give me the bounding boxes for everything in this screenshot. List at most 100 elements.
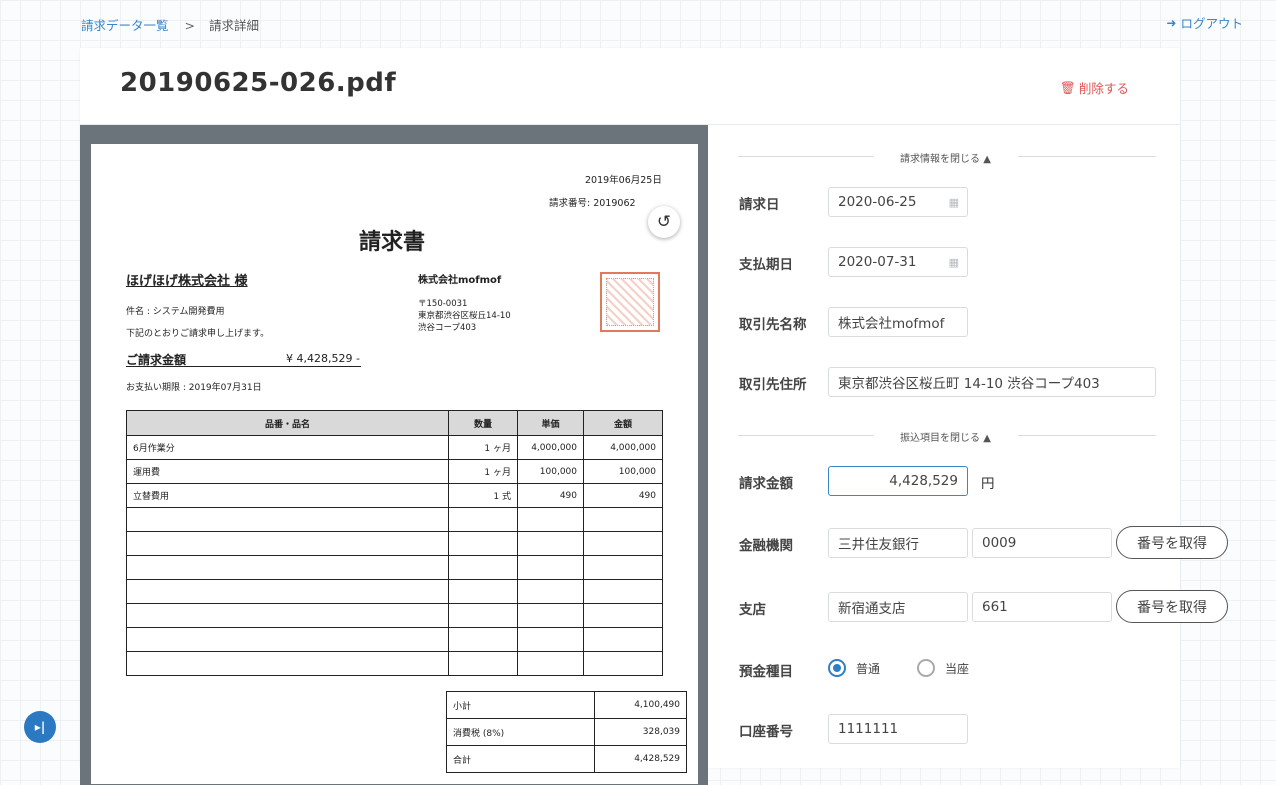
fetch-bank-number-button[interactable]: 番号を取得	[1116, 526, 1228, 559]
caret-up-icon: ▲	[983, 154, 991, 165]
table-row	[126, 579, 663, 604]
partner-name-input[interactable]: 株式会社mofmof	[828, 307, 968, 337]
table-row	[126, 507, 663, 532]
item-unit-price	[517, 555, 584, 580]
item-quantity: 1 ヶ月	[448, 459, 518, 484]
skip-forward-icon: ▸|	[34, 720, 46, 734]
account-number-value: 1111111	[838, 721, 899, 737]
item-amount	[583, 603, 663, 628]
billing-section-toggle[interactable]: 請求情報を閉じる ▲	[738, 150, 1156, 165]
account-type-radio-ordinary[interactable]: 普通	[828, 659, 880, 677]
trash-icon: 🗑	[1060, 79, 1076, 95]
summary-value: 328,039	[594, 718, 687, 746]
bank-code-input[interactable]: 0009	[972, 528, 1112, 558]
item-amount	[583, 579, 663, 604]
bank-name-input[interactable]: 三井住友銀行	[828, 528, 968, 558]
doc-invoice-number: 請求番号: 2019062	[549, 198, 636, 209]
transfer-section-label: 振込項目を閉じる ▲	[900, 429, 991, 444]
item-amount: 4,000,000	[583, 435, 663, 460]
item-name	[126, 627, 449, 652]
card-header: 20190625-026.pdf 🗑 削除する	[80, 48, 1180, 125]
item-quantity	[448, 579, 518, 604]
amount-value: 4,428,529	[889, 473, 958, 489]
file-title: 20190625-026.pdf	[120, 68, 397, 98]
table-row	[126, 555, 663, 580]
branch-code-value: 661	[982, 599, 1008, 615]
partner-address-input[interactable]: 東京都渋谷区桜丘町 14-10 渋谷コープ403	[828, 367, 1156, 397]
item-name	[126, 507, 449, 532]
doc-issuer: 株式会社mofmof	[418, 275, 502, 286]
account-type-radio-current[interactable]: 当座	[917, 659, 969, 677]
item-unit-price	[517, 627, 584, 652]
logout-label: ログアウト	[1180, 16, 1243, 31]
amount-label: 請求金額	[739, 476, 793, 492]
amount-underline	[126, 366, 361, 367]
column-header: 数量	[448, 410, 518, 436]
doc-subject: 件名 : システム開発費用	[126, 307, 225, 317]
rotate-button[interactable]: ↺	[648, 206, 680, 238]
bank-name-value: 三井住友銀行	[838, 537, 919, 553]
pdf-viewer[interactable]: 2019年06月25日 請求番号: 2019062 ↺ 請求書 ほげほげ株式会社…	[80, 125, 708, 785]
account-number-input[interactable]: 1111111	[828, 714, 968, 744]
summary-value: 4,428,529	[594, 745, 687, 773]
summary-row: 小計 4,100,490	[446, 691, 687, 719]
summary-row: 合計 4,428,529	[446, 745, 687, 773]
invoice-detail-card: 20190625-026.pdf 🗑 削除する 2019年06月25日 請求番号…	[80, 48, 1228, 785]
table-row: 立替費用 1 式 490 490	[126, 483, 663, 508]
invoice-summary-table: 小計 4,100,490 消費税 (8%) 328,039 合計 4,428,5…	[446, 691, 687, 773]
sidebar-toggle-button[interactable]: ▸|	[24, 711, 56, 743]
rotate-icon: ↺	[656, 212, 672, 232]
item-quantity: 1 式	[448, 483, 518, 508]
calendar-icon: ▦	[948, 256, 959, 269]
branch-code-input[interactable]: 661	[972, 592, 1112, 622]
item-unit-price	[517, 579, 584, 604]
divider	[1018, 435, 1156, 436]
item-unit-price	[517, 651, 584, 676]
item-unit-price	[517, 603, 584, 628]
item-amount: 100,000	[583, 459, 663, 484]
partner-address-label: 取引先住所	[739, 377, 807, 393]
doc-date: 2019年06月25日	[585, 175, 662, 186]
item-amount	[583, 531, 663, 556]
item-quantity	[448, 627, 518, 652]
divider	[738, 156, 874, 157]
summary-row: 消費税 (8%) 328,039	[446, 718, 687, 746]
seal-pattern	[606, 278, 654, 326]
due-date-input[interactable]: 2020-07-31 ▦	[828, 247, 968, 277]
transfer-section-toggle[interactable]: 振込項目を閉じる ▲	[738, 429, 1156, 444]
invoice-date-label: 請求日	[739, 197, 780, 213]
amount-input[interactable]: 4,428,529	[828, 466, 968, 496]
item-unit-price: 490	[517, 483, 584, 508]
summary-value: 4,100,490	[594, 691, 687, 719]
doc-address-2: 渋谷コープ403	[418, 323, 477, 333]
breadcrumb: 請求データ一覧 > 請求詳細	[81, 15, 259, 34]
invoice-date-input[interactable]: 2020-06-25 ▦	[828, 187, 968, 217]
table-row: 6月作業分 1 ヶ月 4,000,000 4,000,000	[126, 435, 663, 460]
delete-button[interactable]: 🗑 削除する	[1060, 78, 1129, 97]
item-quantity	[448, 603, 518, 628]
table-row	[126, 531, 663, 556]
item-amount: 490	[583, 483, 663, 508]
item-name	[126, 555, 449, 580]
bank-label: 金融機関	[739, 538, 793, 554]
doc-title: 請求書	[359, 230, 426, 255]
partner-address-value: 東京都渋谷区桜丘町 14-10 渋谷コープ403	[838, 376, 1100, 392]
table-row	[126, 627, 663, 652]
item-name	[126, 603, 449, 628]
account-number-label: 口座番号	[739, 724, 793, 740]
doc-note: 下記のとおりご請求申し上げます。	[126, 329, 270, 339]
item-quantity	[448, 555, 518, 580]
branch-name-input[interactable]: 新宿通支店	[828, 592, 968, 622]
item-unit-price	[517, 507, 584, 532]
item-amount	[583, 555, 663, 580]
item-quantity	[448, 507, 518, 532]
item-name	[126, 651, 449, 676]
logout-link[interactable]: ➜ ログアウト	[1166, 13, 1243, 32]
logout-icon: ➜	[1166, 15, 1177, 30]
fetch-branch-number-button[interactable]: 番号を取得	[1116, 590, 1228, 623]
breadcrumb-invoice-list-link[interactable]: 請求データ一覧	[81, 18, 169, 33]
item-quantity: 1 ヶ月	[448, 435, 518, 460]
item-amount	[583, 627, 663, 652]
branch-label: 支店	[739, 602, 766, 618]
item-name	[126, 579, 449, 604]
